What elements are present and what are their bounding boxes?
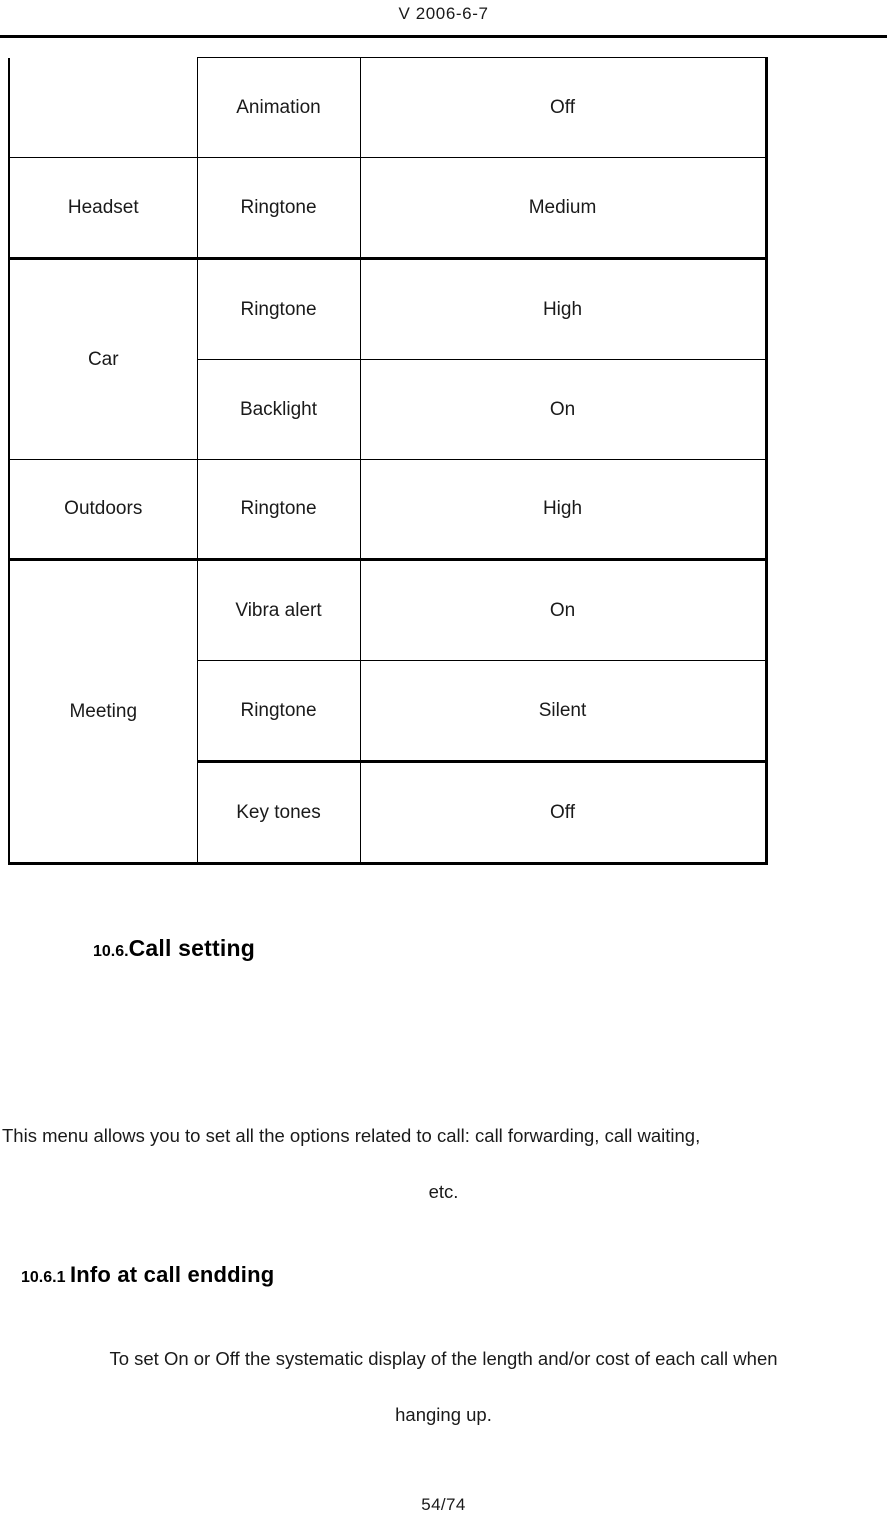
paragraph-line: etc. bbox=[428, 1181, 459, 1202]
cell-value: On bbox=[359, 559, 768, 661]
cell-value: High bbox=[359, 258, 768, 360]
cell-profile bbox=[8, 57, 198, 158]
paragraph-line: hanging up. bbox=[395, 1404, 492, 1425]
cell-profile: Headset bbox=[8, 157, 198, 260]
document-version-text: V 2006-6-7 bbox=[398, 4, 489, 23]
section-title: Call setting bbox=[128, 935, 255, 961]
cell-profile: Outdoors bbox=[8, 459, 198, 561]
paragraph-line: To set On or Off the systematic display … bbox=[109, 1348, 778, 1369]
cell-value: Silent bbox=[359, 660, 768, 763]
section-heading-info-at-call-endding: 10.6.1 Info at call endding bbox=[21, 1262, 274, 1288]
cell-value: Off bbox=[359, 761, 768, 865]
table-row: Outdoors Ringtone High bbox=[8, 459, 768, 561]
table-row: Headset Ringtone Medium bbox=[8, 157, 768, 260]
cell-option: Ringtone bbox=[196, 459, 361, 561]
page-footer-number: 54/74 bbox=[421, 1495, 466, 1514]
cell-option: Backlight bbox=[196, 359, 361, 460]
section-number: 10.6. bbox=[93, 943, 129, 960]
cell-value: Medium bbox=[359, 157, 768, 260]
section-heading-call-setting: 10.6.Call setting bbox=[93, 935, 255, 962]
cell-profile: Car bbox=[8, 258, 198, 460]
table-row: Meeting Vibra alert On bbox=[8, 559, 768, 865]
cell-value: On bbox=[359, 359, 768, 460]
paragraph-line: This menu allows you to set all the opti… bbox=[2, 1125, 701, 1146]
profile-settings-table: Animation Off Headset Ringtone Medium Ca… bbox=[8, 57, 768, 865]
cell-value: Off bbox=[359, 57, 768, 158]
cell-option: Key tones bbox=[196, 761, 361, 865]
paragraph-call-setting: This menu allows you to set all the opti… bbox=[0, 1108, 887, 1220]
section-title: Info at call endding bbox=[69, 1262, 275, 1287]
cell-option: Ringtone bbox=[196, 660, 361, 763]
cell-option: Animation bbox=[196, 57, 361, 158]
cell-value: High bbox=[359, 459, 768, 561]
header-divider-rule bbox=[0, 35, 887, 38]
section-number: 10.6.1 bbox=[21, 1269, 66, 1286]
table-row: Car Ringtone High bbox=[8, 258, 768, 460]
cell-profile: Meeting bbox=[8, 559, 198, 865]
table-row: Animation Off bbox=[8, 57, 768, 158]
paragraph-info-at-call-endding: To set On or Off the systematic display … bbox=[0, 1331, 887, 1443]
cell-option: Ringtone bbox=[196, 258, 361, 360]
cell-option: Ringtone bbox=[196, 157, 361, 260]
cell-option: Vibra alert bbox=[196, 559, 361, 661]
page-header: V 2006-6-7 bbox=[0, 0, 887, 40]
